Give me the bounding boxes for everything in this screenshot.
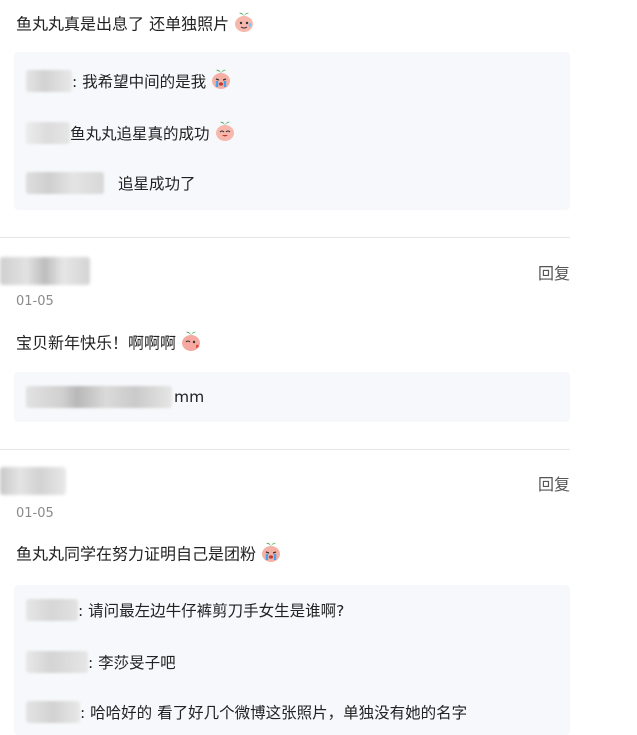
- divider: [0, 449, 570, 450]
- blurred-username: [26, 599, 78, 621]
- blurred-username: [0, 257, 90, 285]
- blurred-username: [26, 172, 104, 194]
- reply-text: : 李莎旻子吧: [88, 654, 176, 672]
- blurred-username: [26, 651, 88, 673]
- blurred-username: [0, 467, 66, 495]
- reply-text: : 请问最左边牛仔裤剪刀手女生是谁啊?: [78, 602, 345, 620]
- comment-date: 01-05: [16, 294, 54, 309]
- reply-thread-box: : 我希望中间的是我 鱼丸丸追星真的成功 追星成功了: [14, 52, 570, 210]
- comment-text: 鱼丸丸真是出息了 还单独照片: [16, 11, 255, 39]
- reply-item[interactable]: : 我希望中间的是我: [26, 68, 232, 94]
- blurred-username: [26, 701, 80, 723]
- reply-item[interactable]: : 哈哈好的 看了好几个微博这张照片，单独没有她的名字: [26, 701, 467, 723]
- reply-thread-box: mm: [14, 372, 570, 422]
- reply-text: mm: [174, 388, 205, 406]
- peach-crying-face-icon: [260, 541, 282, 569]
- reply-thread-box: : 请问最左边牛仔裤剪刀手女生是谁啊? : 李莎旻子吧 : 哈哈好的 看了好几个…: [14, 585, 570, 735]
- reply-text: : 哈哈好的 看了好几个微博这张照片，单独没有她的名字: [80, 704, 468, 722]
- reply-text: 鱼丸丸追星真的成功: [70, 125, 210, 143]
- blurred-username: [26, 386, 172, 408]
- comment-text: 鱼丸丸同学在努力证明自己是团粉: [16, 541, 282, 569]
- reply-text: 追星成功了: [118, 175, 196, 193]
- peach-laugh-face-icon: [214, 120, 236, 146]
- blurred-username: [26, 70, 72, 92]
- blurred-username: [26, 122, 70, 144]
- peach-kiss-face-icon: [180, 330, 202, 358]
- reply-item[interactable]: : 李莎旻子吧: [26, 651, 176, 673]
- divider: [0, 237, 570, 238]
- reply-item[interactable]: 鱼丸丸追星真的成功: [26, 120, 236, 146]
- reply-item[interactable]: : 请问最左边牛仔裤剪刀手女生是谁啊?: [26, 599, 344, 621]
- peach-tear-face-icon: [233, 11, 255, 39]
- reply-item[interactable]: mm: [26, 386, 204, 408]
- reply-item[interactable]: 追星成功了: [26, 172, 196, 194]
- peach-crying-face-icon: [210, 68, 232, 94]
- comment-date: 01-05: [16, 506, 54, 521]
- comment-body: 鱼丸丸真是出息了 还单独照片: [16, 14, 230, 34]
- comment-body: 鱼丸丸同学在努力证明自己是团粉: [16, 544, 257, 564]
- reply-text: : 我希望中间的是我: [72, 73, 207, 91]
- comment-body: 宝贝新年快乐！啊啊啊: [16, 333, 177, 353]
- reply-button[interactable]: 回复: [538, 474, 570, 496]
- comment-text: 宝贝新年快乐！啊啊啊: [16, 330, 202, 358]
- reply-button[interactable]: 回复: [538, 263, 570, 285]
